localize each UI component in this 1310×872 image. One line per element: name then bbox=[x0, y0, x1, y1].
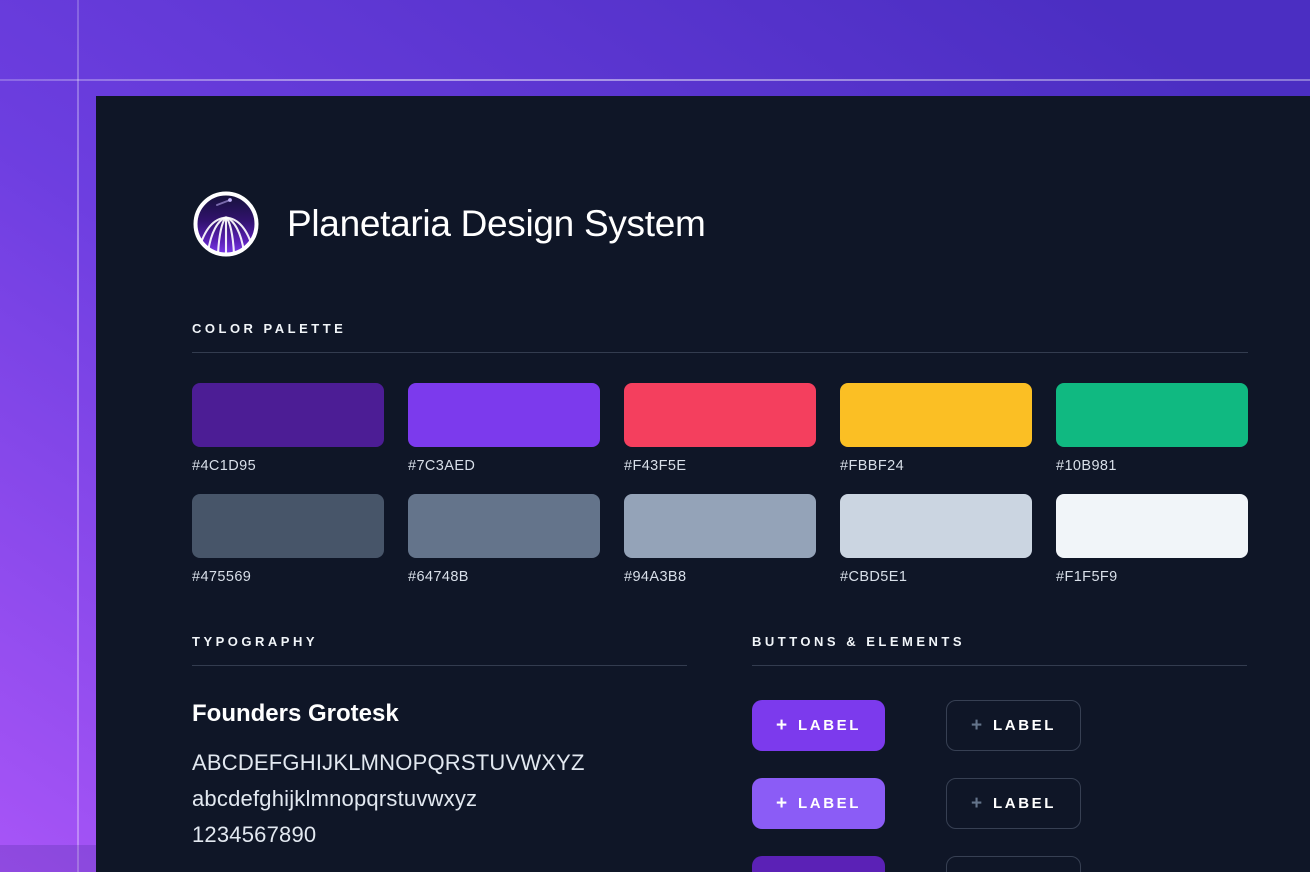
color-swatch bbox=[840, 383, 1032, 447]
font-name: Founders Grotesk bbox=[192, 700, 687, 728]
swatch-hex-label: #CBD5E1 bbox=[840, 569, 1032, 585]
horizontal-guide-line bbox=[0, 79, 1310, 81]
vertical-guide-line bbox=[77, 0, 79, 872]
outlined-label-button[interactable]: + LABEL bbox=[946, 856, 1081, 872]
section-divider bbox=[752, 665, 1247, 666]
numerals-sample: 1234567890 bbox=[192, 817, 687, 853]
uppercase-sample: ABCDEFGHIJKLMNOPQRSTUVWXYZ bbox=[192, 745, 687, 781]
lowercase-sample: abcdefghijklmnopqrstuvwxyz bbox=[192, 781, 687, 817]
swatch-cell: #7C3AED bbox=[408, 383, 600, 474]
plus-icon: + bbox=[776, 716, 787, 735]
button-label: LABEL bbox=[798, 717, 861, 734]
color-swatch bbox=[408, 383, 600, 447]
filled-label-button-hover[interactable]: + LABEL bbox=[752, 778, 885, 829]
button-rows: + LABEL + LABEL + LABEL + LABEL bbox=[752, 700, 1247, 872]
swatch-hex-label: #F1F5F9 bbox=[1056, 569, 1248, 585]
page-title: Planetaria Design System bbox=[287, 203, 706, 245]
button-label: LABEL bbox=[993, 717, 1056, 734]
section-divider bbox=[192, 665, 687, 666]
section-typography: TYPOGRAPHY Founders Grotesk ABCDEFGHIJKL… bbox=[192, 634, 687, 853]
color-swatch bbox=[1056, 383, 1248, 447]
page-background: { "colors": { "bg_grad_bottom": "#A855F7… bbox=[0, 0, 1310, 872]
swatch-cell: #F1F5F9 bbox=[1056, 494, 1248, 585]
swatch-hex-label: #FBBF24 bbox=[840, 458, 1032, 474]
planetaria-logo-icon bbox=[192, 190, 260, 258]
swatch-cell: #F43F5E bbox=[624, 383, 816, 474]
typography-heading: TYPOGRAPHY bbox=[192, 634, 687, 649]
swatch-cell: #64748B bbox=[408, 494, 600, 585]
buttons-elements-heading: BUTTONS & ELEMENTS bbox=[752, 634, 1247, 649]
button-label: LABEL bbox=[993, 795, 1056, 812]
plus-icon: + bbox=[971, 794, 982, 813]
swatch-hex-label: #4C1D95 bbox=[192, 458, 384, 474]
button-row: + LABEL + LABEL bbox=[752, 778, 1247, 829]
outlined-label-button[interactable]: + LABEL bbox=[946, 778, 1081, 829]
swatch-cell: #94A3B8 bbox=[624, 494, 816, 585]
swatch-hex-label: #64748B bbox=[408, 569, 600, 585]
swatch-cell: #CBD5E1 bbox=[840, 494, 1032, 585]
color-swatch bbox=[840, 494, 1032, 558]
button-label: LABEL bbox=[798, 795, 861, 812]
swatch-cell: #10B981 bbox=[1056, 383, 1248, 474]
backdrop-bottom-band bbox=[0, 845, 96, 872]
section-color-palette: COLOR PALETTE #4C1D95 #7C3AED #F43F5E #F… bbox=[192, 321, 1248, 585]
color-swatch bbox=[192, 494, 384, 558]
swatch-cell: #475569 bbox=[192, 494, 384, 585]
color-swatch bbox=[1056, 494, 1248, 558]
swatch-hex-label: #7C3AED bbox=[408, 458, 600, 474]
color-swatch bbox=[624, 494, 816, 558]
plus-icon: + bbox=[776, 794, 787, 813]
header: Planetaria Design System bbox=[192, 190, 706, 258]
swatch-hex-label: #10B981 bbox=[1056, 458, 1248, 474]
filled-label-button[interactable]: + LABEL bbox=[752, 700, 885, 751]
section-divider bbox=[192, 352, 1248, 353]
button-row: + LABEL + LABEL bbox=[752, 856, 1247, 872]
swatch-cell: #FBBF24 bbox=[840, 383, 1032, 474]
type-samples: ABCDEFGHIJKLMNOPQRSTUVWXYZ abcdefghijklm… bbox=[192, 745, 687, 853]
filled-label-button-active[interactable]: + LABEL bbox=[752, 856, 885, 872]
swatch-hex-label: #F43F5E bbox=[624, 458, 816, 474]
swatch-hex-label: #475569 bbox=[192, 569, 384, 585]
color-palette-heading: COLOR PALETTE bbox=[192, 321, 1248, 336]
outlined-label-button[interactable]: + LABEL bbox=[946, 700, 1081, 751]
color-swatch bbox=[624, 383, 816, 447]
design-system-panel: Planetaria Design System COLOR PALETTE #… bbox=[96, 96, 1310, 872]
section-buttons-elements: BUTTONS & ELEMENTS + LABEL + LABEL + LAB… bbox=[752, 634, 1247, 872]
color-swatch bbox=[192, 383, 384, 447]
swatch-grid: #4C1D95 #7C3AED #F43F5E #FBBF24 #10B981 … bbox=[192, 383, 1248, 585]
swatch-cell: #4C1D95 bbox=[192, 383, 384, 474]
button-row: + LABEL + LABEL bbox=[752, 700, 1247, 751]
color-swatch bbox=[408, 494, 600, 558]
plus-icon: + bbox=[971, 716, 982, 735]
swatch-hex-label: #94A3B8 bbox=[624, 569, 816, 585]
